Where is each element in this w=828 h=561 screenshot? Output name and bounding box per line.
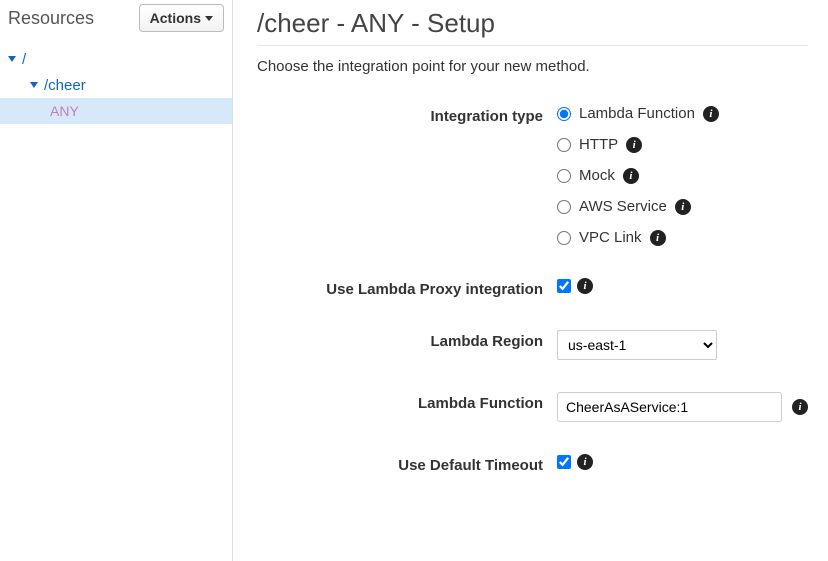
info-icon[interactable]: i — [675, 199, 691, 215]
tree-root[interactable]: / — [0, 46, 232, 72]
main-content: /cheer - ANY - Setup Choose the integrat… — [233, 0, 828, 561]
chevron-down-icon — [205, 16, 213, 21]
page-title: /cheer - ANY - Setup — [257, 8, 808, 46]
field-use-proxy: Use Lambda Proxy integration i — [257, 278, 808, 298]
field-lambda-region: Lambda Region us-east-1 — [257, 330, 808, 360]
radio-label: AWS Service — [579, 198, 667, 215]
use-proxy-control: i — [557, 278, 808, 294]
lambda-function-input[interactable] — [557, 392, 782, 422]
info-icon[interactable]: i — [577, 278, 593, 294]
label-lambda-function: Lambda Function — [257, 392, 557, 412]
tree-resource-label: /cheer — [44, 77, 86, 94]
info-icon[interactable]: i — [650, 230, 666, 246]
radio-input[interactable] — [557, 200, 571, 214]
field-default-timeout: Use Default Timeout i — [257, 454, 808, 474]
radio-label: HTTP — [579, 136, 618, 153]
resources-sidebar: Resources Actions / /cheer ANY — [0, 0, 233, 561]
resource-tree: / /cheer ANY — [0, 42, 232, 124]
label-lambda-region: Lambda Region — [257, 330, 557, 350]
integration-type-options: Lambda Function i HTTP i Mock i AWS Serv… — [557, 105, 808, 246]
radio-input[interactable] — [557, 107, 571, 121]
radio-mock[interactable]: Mock i — [557, 167, 808, 184]
info-icon[interactable]: i — [623, 168, 639, 184]
label-integration-type: Integration type — [257, 105, 557, 125]
radio-label: VPC Link — [579, 229, 642, 246]
info-icon[interactable]: i — [703, 106, 719, 122]
radio-input[interactable] — [557, 231, 571, 245]
radio-vpc-link[interactable]: VPC Link i — [557, 229, 808, 246]
page-subtitle: Choose the integration point for your ne… — [257, 58, 808, 75]
tree-method-any[interactable]: ANY — [0, 98, 232, 124]
tree-method-label: ANY — [50, 103, 79, 119]
tree-root-label: / — [22, 51, 26, 68]
lambda-region-select[interactable]: us-east-1 — [557, 330, 717, 360]
chevron-down-icon — [30, 82, 38, 88]
radio-input[interactable] — [557, 138, 571, 152]
actions-button-label: Actions — [150, 10, 201, 26]
sidebar-header: Resources Actions — [0, 4, 232, 42]
actions-button[interactable]: Actions — [139, 4, 224, 32]
info-icon[interactable]: i — [792, 399, 808, 415]
radio-label: Lambda Function — [579, 105, 695, 122]
radio-aws-service[interactable]: AWS Service i — [557, 198, 808, 215]
default-timeout-checkbox[interactable] — [557, 455, 571, 469]
radio-label: Mock — [579, 167, 615, 184]
label-use-proxy: Use Lambda Proxy integration — [257, 278, 557, 298]
default-timeout-control: i — [557, 454, 808, 470]
radio-lambda-function[interactable]: Lambda Function i — [557, 105, 808, 122]
field-lambda-function: Lambda Function i — [257, 392, 808, 422]
sidebar-title: Resources — [8, 8, 94, 29]
info-icon[interactable]: i — [626, 137, 642, 153]
radio-http[interactable]: HTTP i — [557, 136, 808, 153]
radio-input[interactable] — [557, 169, 571, 183]
info-icon[interactable]: i — [577, 454, 593, 470]
tree-resource-cheer[interactable]: /cheer — [0, 72, 232, 98]
chevron-down-icon — [8, 56, 16, 62]
use-proxy-checkbox[interactable] — [557, 279, 571, 293]
label-default-timeout: Use Default Timeout — [257, 454, 557, 474]
field-integration-type: Integration type Lambda Function i HTTP … — [257, 105, 808, 246]
